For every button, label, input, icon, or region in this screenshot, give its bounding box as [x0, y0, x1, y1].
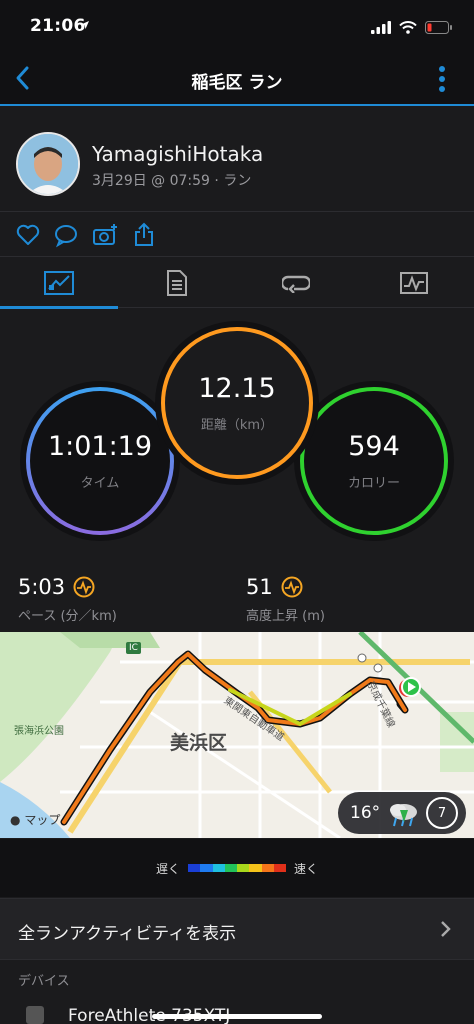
district-label: 美浜区	[170, 732, 228, 754]
distance-label: 距離（km）	[200, 418, 274, 433]
laps-loop-icon	[282, 275, 310, 293]
elevation-stat[interactable]: 51 高度上昇 (m)	[246, 575, 325, 624]
ic-label: IC	[126, 642, 141, 654]
speed-legend: 遅く 速く	[0, 839, 474, 897]
add-photo-icon[interactable]	[91, 221, 119, 249]
time-label: タイム	[80, 476, 120, 491]
home-indicator	[152, 1014, 322, 1019]
document-list-icon	[167, 270, 187, 296]
detail-tabs	[0, 258, 474, 309]
wind-indicator: 7	[426, 797, 458, 829]
pace-label: ペース (分／km)	[18, 609, 117, 624]
cellular-signal-icon	[371, 20, 391, 34]
action-bar	[0, 213, 474, 257]
map-attribution: ● マップ	[10, 813, 61, 827]
legend-swatch	[273, 864, 286, 872]
user-name[interactable]: YamagishiHotaka	[92, 142, 263, 166]
cloud-rain-icon	[390, 804, 418, 827]
status-bar: 21:06	[0, 0, 474, 50]
tab-stats[interactable]	[118, 258, 236, 308]
elevation-label: 高度上昇 (m)	[246, 609, 325, 624]
legend-swatch	[224, 864, 237, 872]
park-label: 張海浜公園	[14, 726, 64, 737]
activity-date: 3月29日 @ 07:59 · ラン	[92, 173, 252, 189]
page-title: 稲毛区 ラン	[191, 73, 283, 93]
weather-badge[interactable]: 16° 7	[338, 792, 466, 834]
tab-laps[interactable]	[237, 258, 355, 308]
distance-ring: 12.15 距離（km）	[155, 321, 319, 485]
distance-value: 12.15	[198, 373, 276, 404]
legend-fast: 速く	[294, 861, 319, 876]
overview-chart-icon	[44, 271, 74, 295]
legend-swatch	[249, 864, 262, 872]
apple-logo-icon: ●	[10, 813, 21, 827]
share-icon[interactable]	[130, 221, 158, 249]
all-runs-label: 全ランアクティビティを表示	[18, 924, 237, 944]
legend-swatch	[188, 864, 201, 872]
all-runs-link[interactable]: 全ランアクティビティを表示	[0, 898, 474, 960]
status-time: 21:06	[30, 16, 86, 36]
summary-metrics: 1:01:19 タイム 594 カロリー 12.15 距離（km）	[0, 309, 474, 563]
more-vertical-icon[interactable]	[434, 64, 450, 94]
watch-icon	[26, 1006, 44, 1024]
pace-value: 5:03	[18, 575, 66, 599]
legend-slow: 遅く	[155, 861, 180, 876]
avatar[interactable]	[16, 132, 80, 196]
calories-label: カロリー	[347, 476, 400, 491]
device-row[interactable]: ForeAthlete 735XTJ	[0, 998, 474, 1024]
like-heart-icon[interactable]	[14, 221, 42, 249]
legend-swatch	[200, 864, 213, 872]
calories-value: 594	[348, 431, 400, 462]
elevation-value: 51	[246, 575, 273, 599]
pace-zone-icon	[73, 576, 95, 598]
secondary-stats: 5:03 ペース (分／km) 51 高度上昇 (m)	[0, 565, 474, 631]
elevation-zone-icon	[281, 576, 303, 598]
nav-bar: 稲毛区 ラン	[0, 50, 474, 106]
pace-stat[interactable]: 5:03 ペース (分／km)	[18, 575, 117, 624]
devices-header: デバイス	[18, 974, 70, 989]
activity-header: YamagishiHotaka 3月29日 @ 07:59 · ラン	[0, 108, 474, 212]
graph-chart-icon	[400, 272, 428, 294]
status-icons	[371, 18, 452, 36]
route-map[interactable]: 美浜区 張海浜公園 東関東自動車道 京成千葉線 IC ● マップ 16° 7	[0, 632, 474, 838]
battery-low-icon	[425, 20, 452, 34]
location-arrow-icon	[81, 21, 89, 29]
legend-gradient	[188, 864, 286, 872]
legend-swatch	[212, 864, 225, 872]
legend-swatch	[261, 864, 274, 872]
wifi-icon	[399, 20, 417, 34]
time-value: 1:01:19	[47, 431, 153, 462]
weather-temp: 16°	[350, 803, 381, 823]
chevron-right-icon	[441, 921, 451, 937]
tab-overview[interactable]	[0, 258, 118, 309]
legend-swatch	[237, 864, 250, 872]
comment-bubble-icon[interactable]	[52, 221, 80, 249]
tab-graphs[interactable]	[355, 258, 473, 308]
